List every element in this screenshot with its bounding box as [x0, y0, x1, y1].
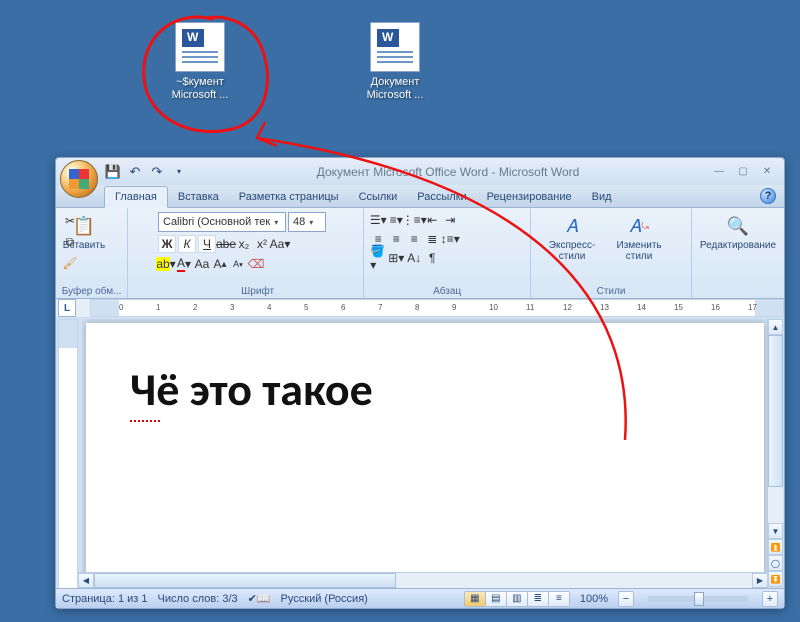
grow-font-button[interactable]: A▴	[212, 256, 228, 272]
quick-access-toolbar: 💾 ↶ ↷ ▾	[104, 163, 188, 181]
view-web[interactable]: ▥	[507, 592, 528, 606]
view-print-layout[interactable]: ▦	[465, 592, 486, 606]
qat-dropdown-icon[interactable]: ▾	[170, 163, 188, 181]
status-language[interactable]: Русский (Россия)	[281, 593, 368, 605]
icon-label: Microsoft ...	[367, 89, 424, 101]
zoom-in-button[interactable]: +	[762, 591, 778, 607]
word-doc-icon	[370, 22, 420, 72]
ruler-vertical[interactable]	[58, 319, 78, 589]
strike-button[interactable]: abe	[218, 236, 234, 252]
view-full-screen[interactable]: ▤	[486, 592, 507, 606]
group-clipboard-label: Буфер обм...	[56, 286, 127, 297]
editing-label: Редактирование	[700, 240, 776, 251]
annotation-arrow	[255, 120, 635, 470]
office-button[interactable]	[60, 160, 98, 198]
scroll-thumb[interactable]	[94, 573, 396, 588]
underline-button[interactable]: Ч	[198, 235, 216, 253]
next-page-icon[interactable]: ⏬	[768, 571, 783, 587]
scroll-thumb[interactable]	[768, 335, 783, 487]
redo-icon[interactable]: ↷	[148, 163, 166, 181]
zoom-level[interactable]: 100%	[580, 593, 608, 605]
browse-object-icon[interactable]: ◯	[768, 555, 783, 571]
view-buttons: ▦ ▤ ▥ ≣ ≡	[464, 591, 570, 607]
scroll-down-icon[interactable]: ▼	[768, 523, 783, 539]
subscript-button[interactable]: x₂	[236, 236, 252, 252]
tab-insert[interactable]: Вставка	[168, 187, 229, 207]
tab-selector[interactable]: L	[58, 299, 76, 317]
scroll-left-icon[interactable]: ◀	[78, 573, 94, 588]
zoom-slider[interactable]	[648, 596, 748, 602]
horizontal-scrollbar[interactable]: ◀ ▶	[78, 572, 768, 588]
maximize-button[interactable]: ▢	[732, 164, 754, 180]
scroll-right-icon[interactable]: ▶	[752, 573, 768, 588]
status-bar: Страница: 1 из 1 Число слов: 3/3 ✔📖 Русс…	[56, 588, 784, 608]
cut-icon[interactable]: ✂	[60, 212, 80, 230]
find-icon: 🔍	[726, 214, 750, 238]
spellcheck-underline	[130, 420, 160, 422]
copy-icon[interactable]: ⧉	[60, 233, 80, 251]
highlight-button[interactable]: ab▾	[158, 256, 174, 272]
vertical-scrollbar[interactable]: ▲ ▼ ⏫ ◯ ⏬	[767, 319, 783, 587]
prev-page-icon[interactable]: ⏫	[768, 539, 783, 555]
char-border-button[interactable]: Aa	[194, 256, 210, 272]
font-color-button[interactable]: A▾	[176, 256, 192, 272]
status-words[interactable]: Число слов: 3/3	[158, 593, 238, 605]
zoom-out-button[interactable]: −	[618, 591, 634, 607]
editing-button[interactable]: 🔍 Редактирование	[698, 212, 778, 298]
undo-icon[interactable]: ↶	[126, 163, 144, 181]
proofing-icon[interactable]: ✔📖	[248, 592, 271, 605]
view-outline[interactable]: ≣	[528, 592, 549, 606]
tab-home[interactable]: Главная	[104, 186, 168, 208]
scroll-up-icon[interactable]: ▲	[768, 319, 783, 335]
save-icon[interactable]: 💾	[104, 163, 122, 181]
icon-label: Документ	[371, 76, 420, 88]
status-page[interactable]: Страница: 1 из 1	[62, 593, 148, 605]
format-painter-icon[interactable]: 🖌	[60, 254, 80, 272]
shrink-font-button[interactable]: A▾	[230, 256, 246, 272]
desktop-icon-document[interactable]: ДокументMicrosoft ...	[350, 22, 440, 102]
bold-button[interactable]: Ж	[158, 235, 176, 253]
view-draft[interactable]: ≡	[549, 592, 569, 606]
italic-button[interactable]: К	[178, 235, 196, 253]
minimize-button[interactable]: —	[708, 164, 730, 180]
close-button[interactable]: ✕	[756, 164, 778, 180]
help-icon[interactable]: ?	[760, 188, 776, 204]
